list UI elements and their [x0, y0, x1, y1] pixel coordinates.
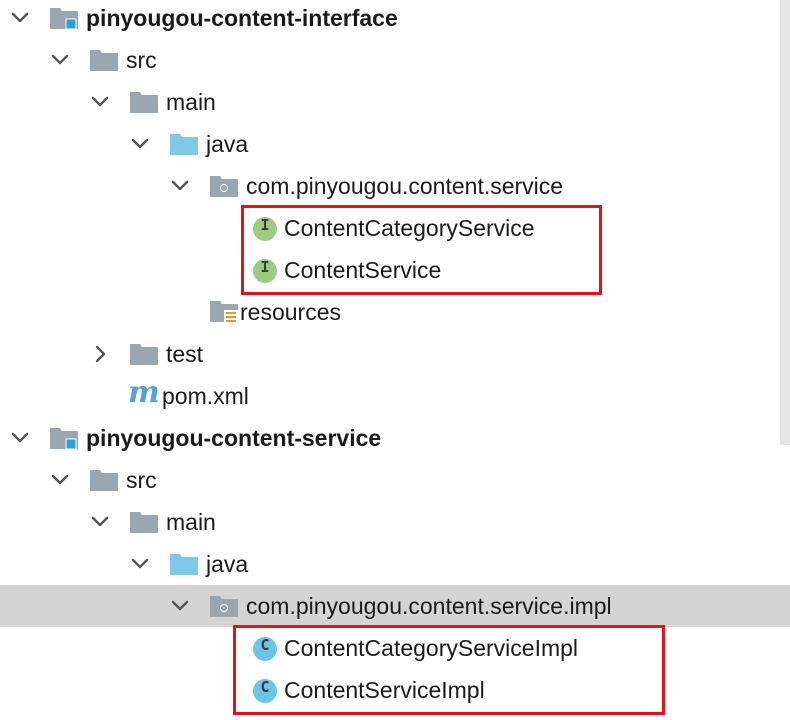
package-icon: [208, 593, 240, 624]
tree-node-label: test: [166, 341, 204, 367]
tree-row[interactable]: test: [0, 333, 790, 375]
chevron-down-icon[interactable]: [170, 596, 190, 616]
tree-node-label: pinyougou-content-service: [86, 425, 382, 451]
tree-node-label: java: [206, 131, 249, 157]
folder-icon: [128, 509, 160, 540]
highlight-box: [233, 625, 665, 715]
tree-node-label: src: [126, 467, 157, 493]
folder-icon: [128, 341, 160, 372]
icon-badge-text: m: [128, 375, 160, 410]
package-icon: [208, 173, 240, 204]
tree-row[interactable]: pinyougou-content-service: [0, 417, 790, 459]
tree-node-label: com.pinyougou.content.service.impl: [246, 593, 612, 619]
tree-row[interactable]: com.pinyougou.content.service: [0, 165, 790, 207]
tree-node-label: com.pinyougou.content.service: [246, 173, 564, 199]
tree-row[interactable]: src: [0, 39, 790, 81]
module-folder-icon: [48, 5, 80, 36]
source-folder-icon: [168, 551, 200, 582]
tree-row[interactable]: java: [0, 543, 790, 585]
chevron-down-icon[interactable]: [170, 176, 190, 196]
tree-row[interactable]: java: [0, 123, 790, 165]
chevron-down-icon[interactable]: [90, 512, 110, 532]
tree-node-label: pom.xml: [162, 383, 249, 409]
chevron-down-icon[interactable]: [130, 134, 150, 154]
tree-row[interactable]: m pom.xml: [0, 375, 790, 417]
maven-icon: m: [128, 375, 160, 417]
tree-row[interactable]: src: [0, 459, 790, 501]
chevron-down-icon[interactable]: [90, 92, 110, 112]
tree-node-label: pinyougou-content-interface: [86, 5, 398, 31]
chevron-down-icon[interactable]: [50, 470, 70, 490]
tree-node-label: main: [166, 89, 216, 115]
tree-node-label: resources: [240, 299, 341, 325]
highlight-box: [241, 205, 602, 295]
tree-row[interactable]: com.pinyougou.content.service.impl: [0, 585, 790, 627]
tree-row[interactable]: pinyougou-content-interface: [0, 0, 790, 39]
chevron-down-icon[interactable]: [10, 428, 30, 448]
tree-node-label: main: [166, 509, 216, 535]
chevron-down-icon[interactable]: [10, 8, 30, 28]
folder-icon: [128, 89, 160, 120]
folder-icon: [88, 467, 120, 498]
scrollbar-track[interactable]: [780, 0, 790, 445]
tree-row[interactable]: main: [0, 81, 790, 123]
chevron-down-icon[interactable]: [50, 50, 70, 70]
module-folder-icon: [48, 425, 80, 456]
resources-folder-icon: [208, 298, 240, 331]
tree-row[interactable]: main: [0, 501, 790, 543]
source-folder-icon: [168, 131, 200, 162]
folder-icon: [88, 47, 120, 78]
tree-node-label: java: [206, 551, 249, 577]
chevron-right-icon[interactable]: [90, 344, 110, 364]
tree-node-label: src: [126, 47, 157, 73]
tree-row[interactable]: resources: [0, 291, 790, 333]
chevron-down-icon[interactable]: [130, 554, 150, 574]
